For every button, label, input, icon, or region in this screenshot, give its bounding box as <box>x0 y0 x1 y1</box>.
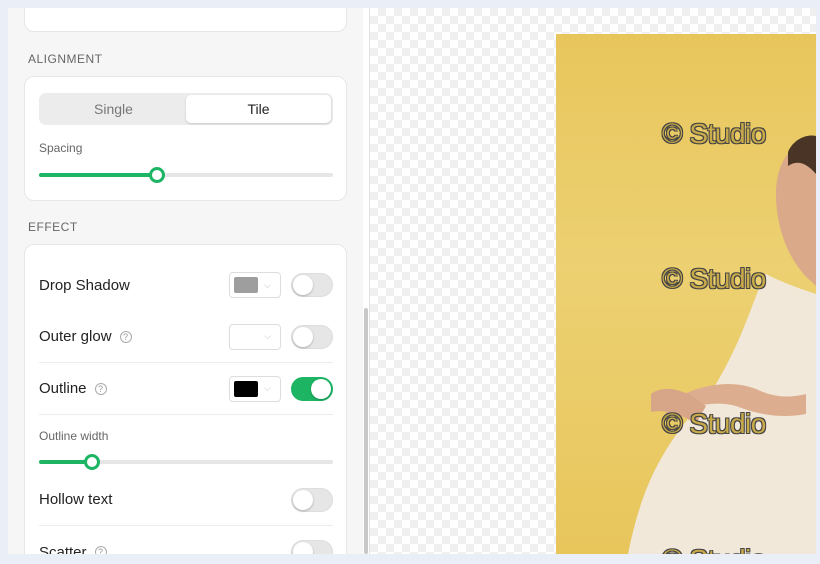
outline-label-wrap: Outline ? <box>39 380 229 397</box>
outline-color-swatch <box>234 380 258 397</box>
spacing-label: Spacing <box>39 141 83 155</box>
effect-card: Drop Shadow ⌵ Outer glow ? ⌵ Outline ? ⌵… <box>24 244 347 554</box>
scatter-row: Scatter ? <box>39 526 333 554</box>
spacing-slider-fill <box>39 173 157 177</box>
toggle-knob <box>293 275 313 295</box>
chevron-down-icon: ⌵ <box>264 383 271 393</box>
settings-panel: ALIGNMENT Single Tile Spacing EFFECT Dro… <box>8 8 363 554</box>
outline-width-slider[interactable] <box>39 454 333 470</box>
outer-glow-label: Outer glow <box>39 328 112 345</box>
outline-width-slider-handle[interactable] <box>84 454 100 470</box>
hollow-text-label: Hollow text <box>39 491 113 508</box>
drop-shadow-color-swatch <box>234 277 258 293</box>
scatter-label-wrap: Scatter ? <box>39 543 291 555</box>
chevron-down-icon: ⌵ <box>264 279 271 290</box>
preview-photo: © Studio © Studio © Studio © Studio <box>556 34 816 554</box>
hollow-text-toggle[interactable] <box>291 487 333 512</box>
outer-glow-color-picker[interactable]: ⌵ <box>229 323 281 350</box>
outer-glow-label-wrap: Outer glow ? <box>39 328 229 345</box>
drop-shadow-row: Drop Shadow ⌵ <box>39 259 333 311</box>
outline-width-label: Outline width <box>39 429 109 443</box>
alignment-section-title: ALIGNMENT <box>28 52 103 66</box>
watermark-text: © Studio <box>662 544 766 554</box>
watermark-text: © Studio <box>662 263 766 294</box>
spacing-slider-handle[interactable] <box>149 167 165 183</box>
chevron-down-icon: ⌵ <box>264 331 271 341</box>
outline-row: Outline ? ⌵ <box>39 363 333 415</box>
alignment-segmented-control: Single Tile <box>39 93 333 125</box>
watermark-text: © Studio <box>662 118 766 149</box>
outline-label: Outline <box>39 380 87 397</box>
help-icon[interactable]: ? <box>94 382 107 395</box>
outer-glow-row: Outer glow ? ⌵ <box>39 311 333 363</box>
help-icon[interactable]: ? <box>119 330 132 343</box>
preview-canvas[interactable]: © Studio © Studio © Studio © Studio <box>370 8 816 554</box>
drop-shadow-toggle[interactable] <box>291 273 333 297</box>
outline-color-picker[interactable]: ⌵ <box>229 375 281 402</box>
toggle-knob <box>293 326 313 347</box>
toggle-knob <box>293 489 313 510</box>
scatter-toggle[interactable] <box>291 540 333 554</box>
hollow-text-row: Hollow text <box>39 474 333 526</box>
outer-glow-toggle[interactable] <box>291 324 333 349</box>
toggle-knob <box>311 378 331 399</box>
previous-section-card <box>24 8 347 32</box>
help-icon[interactable]: ? <box>94 546 107 554</box>
panel-scrollbar[interactable] <box>364 308 368 554</box>
outer-glow-color-swatch <box>234 328 258 345</box>
drop-shadow-label: Drop Shadow <box>39 276 130 294</box>
toggle-knob <box>293 542 313 554</box>
tile-option[interactable]: Tile <box>186 95 331 123</box>
drop-shadow-color-picker[interactable]: ⌵ <box>229 272 281 298</box>
scatter-label: Scatter <box>39 543 87 555</box>
effect-section-title: EFFECT <box>28 220 78 234</box>
spacing-slider[interactable] <box>39 167 333 183</box>
alignment-card: Single Tile Spacing <box>24 76 347 201</box>
app-window: ALIGNMENT Single Tile Spacing EFFECT Dro… <box>8 8 816 554</box>
watermark-text: © Studio <box>662 408 766 439</box>
single-option[interactable]: Single <box>41 95 186 123</box>
outline-toggle[interactable] <box>291 376 333 401</box>
